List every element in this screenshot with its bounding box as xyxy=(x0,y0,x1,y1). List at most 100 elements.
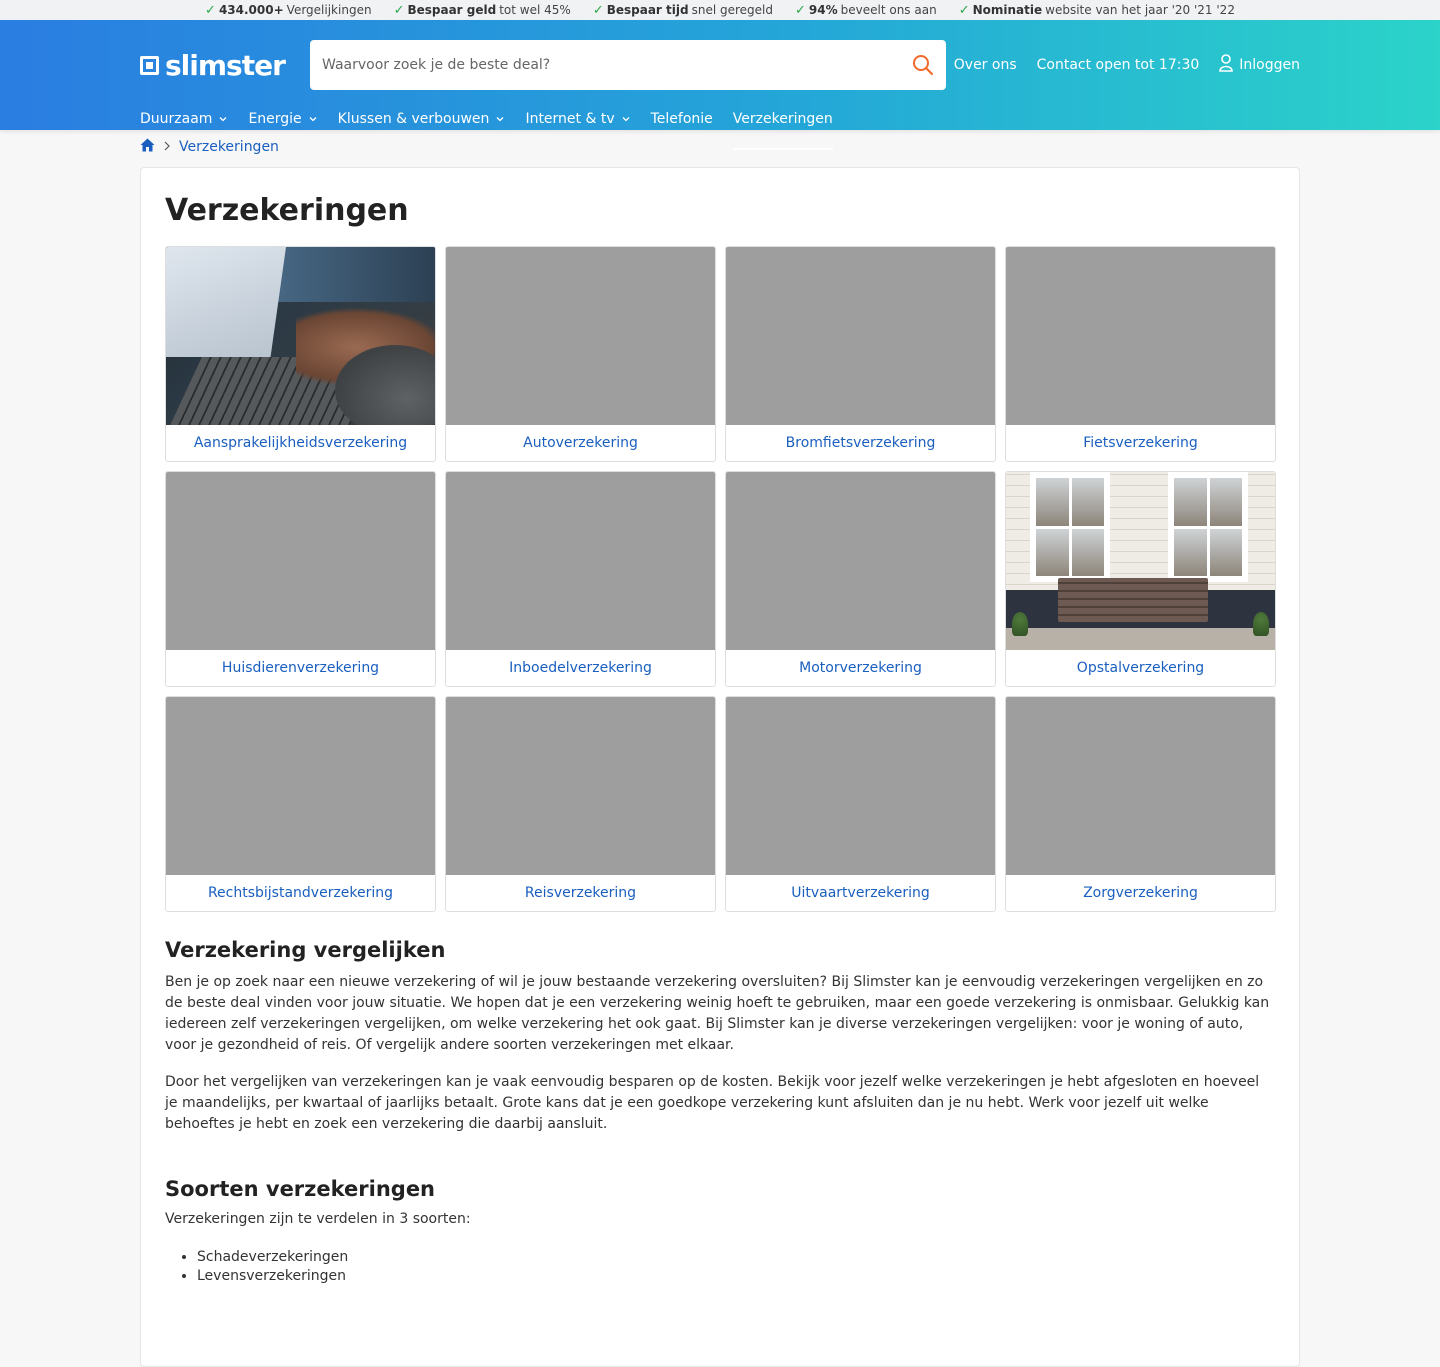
content-card: Verzekeringen Aansprakelijkheidsverzeker… xyxy=(140,167,1300,1367)
page-title: Verzekeringen xyxy=(165,193,409,228)
nav-label: Verzekeringen xyxy=(732,111,833,127)
usp-text: beveelt ons aan xyxy=(840,3,937,17)
contact-label: Contact open tot 17:30 xyxy=(1036,57,1200,73)
nav-label: Energie xyxy=(248,111,302,127)
chevron-down-icon xyxy=(219,117,227,122)
tile-label: Reisverzekering xyxy=(524,885,637,901)
user-icon xyxy=(1219,54,1234,76)
usp-text: website van het jaar '20 '21 '22 xyxy=(1045,3,1235,17)
tile-image-placeholder xyxy=(1006,247,1275,425)
tile-uitvaart[interactable]: Uitvaartverzekering xyxy=(725,696,996,912)
usp-item: ✓ 434.000+ Vergelijkingen xyxy=(205,3,372,18)
nav-item-verzekeringen[interactable]: Verzekeringen xyxy=(732,110,833,150)
search-input[interactable] xyxy=(322,57,912,73)
search-box xyxy=(310,40,946,90)
usp-bold: Bespaar tijd xyxy=(606,3,689,17)
list-item: Schadeverzekeringen xyxy=(197,1248,1275,1267)
check-icon: ✓ xyxy=(795,2,806,18)
header-top: slimster Over ons Contact open tot 17:30… xyxy=(140,40,1300,90)
login-link[interactable]: Inloggen xyxy=(1219,54,1300,76)
tile-image-placeholder xyxy=(446,472,715,650)
tile-auto[interactable]: Autoverzekering xyxy=(445,246,716,462)
tile-label: Inboedelverzekering xyxy=(509,660,652,676)
tile-reis[interactable]: Reisverzekering xyxy=(445,696,716,912)
tile-image-placeholder xyxy=(446,247,715,425)
tile-image-placeholder xyxy=(166,697,435,875)
breadcrumb-current[interactable]: Verzekeringen xyxy=(179,139,279,155)
logo-mark-icon xyxy=(140,55,159,75)
usp-bold: Bespaar geld xyxy=(407,3,497,17)
nav-item-klussen[interactable]: Klussen & verbouwen xyxy=(338,110,506,150)
search-icon[interactable] xyxy=(912,54,934,76)
usp-bold: 434.000+ xyxy=(218,3,284,17)
paragraph: Door het vergelijken van verzekeringen k… xyxy=(165,1074,1260,1132)
nav-label: Internet & tv xyxy=(525,111,615,127)
check-icon: ✓ xyxy=(958,2,970,18)
tile-label: Bromfietsverzekering xyxy=(785,435,936,451)
usp-bold: Nominatie xyxy=(972,3,1043,17)
about-link[interactable]: Over ons xyxy=(954,57,1017,73)
logo-text: slimster xyxy=(165,48,286,82)
chevron-right-icon xyxy=(163,139,171,155)
breadcrumb: Verzekeringen xyxy=(140,138,279,156)
usp-text: tot wel 45% xyxy=(499,3,571,17)
tile-inboedel[interactable]: Inboedelverzekering xyxy=(445,471,716,687)
home-icon[interactable] xyxy=(140,138,155,156)
usp-text: Vergelijkingen xyxy=(286,3,372,17)
nav-item-telefonie[interactable]: Telefonie xyxy=(651,110,713,150)
usp-text: snel geregeld xyxy=(691,3,773,17)
tile-huisdieren[interactable]: Huisdierenverzekering xyxy=(165,471,436,687)
tile-label: Motorverzekering xyxy=(799,660,922,676)
chevron-down-icon xyxy=(496,117,504,122)
section-heading: Soorten verzekeringen xyxy=(165,1177,436,1201)
tile-label: Huisdierenverzekering xyxy=(221,660,380,676)
usp-item: ✓ 94% beveelt ons aan xyxy=(795,3,937,18)
check-icon: ✓ xyxy=(592,2,604,18)
nav-label: Duurzaam xyxy=(140,111,213,127)
tile-image-placeholder xyxy=(446,697,715,875)
tile-label: Rechtsbijstandverzekering xyxy=(207,885,394,901)
tile-label: Autoverzekering xyxy=(523,435,638,451)
tile-image-placeholder xyxy=(166,472,435,650)
about-label: Over ons xyxy=(953,57,1017,73)
tile-label: Uitvaartverzekering xyxy=(791,885,930,901)
contact-link[interactable]: Contact open tot 17:30 xyxy=(1037,57,1200,73)
check-icon: ✓ xyxy=(393,2,405,18)
tile-motor[interactable]: Motorverzekering xyxy=(725,471,996,687)
paragraph: Verzekeringen zijn te verdelen in 3 soor… xyxy=(165,1211,471,1227)
tile-image-placeholder xyxy=(726,247,995,425)
tile-image-placeholder xyxy=(726,472,995,650)
tile-rechtsbijstand[interactable]: Rechtsbijstandverzekering xyxy=(165,696,436,912)
tile-image-house xyxy=(1006,472,1275,650)
tile-image-laptop xyxy=(166,247,435,425)
tile-label: Aansprakelijkheidsverzekering xyxy=(193,435,408,451)
nav-label: Telefonie xyxy=(650,111,713,127)
nav-label: Klussen & verbouwen xyxy=(337,111,490,127)
tile-label: Fietsverzekering xyxy=(1083,435,1198,451)
tile-aansprakelijkheid[interactable]: Aansprakelijkheidsverzekering xyxy=(165,246,436,462)
usp-item: ✓ Bespaar geld tot wel 45% xyxy=(394,3,571,18)
tile-image-placeholder xyxy=(1006,697,1275,875)
usp-item: ✓ Bespaar tijd snel geregeld xyxy=(593,3,773,18)
tile-opstal[interactable]: Opstalverzekering xyxy=(1005,471,1276,687)
logo[interactable]: slimster xyxy=(140,49,310,82)
nav-item-internet-tv[interactable]: Internet & tv xyxy=(525,110,630,150)
chevron-down-icon xyxy=(622,117,630,122)
usp-item: ✓ Nominatie website van het jaar '20 '21 … xyxy=(959,3,1235,18)
section-heading: Verzekering vergelijken xyxy=(165,938,446,962)
tile-label: Zorgverzekering xyxy=(1083,885,1198,901)
tile-fiets[interactable]: Fietsverzekering xyxy=(1005,246,1276,462)
login-label: Inloggen xyxy=(1239,57,1300,73)
check-icon: ✓ xyxy=(205,2,216,18)
usp-bold: 94% xyxy=(808,3,838,17)
list-item: Levensverzekeringen xyxy=(197,1267,1275,1286)
site-header: slimster Over ons Contact open tot 17:30… xyxy=(0,20,1440,150)
tile-bromfiets[interactable]: Bromfietsverzekering xyxy=(725,246,996,462)
chevron-down-icon xyxy=(309,117,317,122)
insurance-grid: Aansprakelijkheidsverzekering Autoverzek… xyxy=(165,246,1276,912)
tile-label: Opstalverzekering xyxy=(1076,660,1205,676)
tile-image-placeholder xyxy=(726,697,995,875)
insurance-types-list: Schadeverzekeringen Levensverzekeringen xyxy=(165,1248,1275,1286)
tile-zorg[interactable]: Zorgverzekering xyxy=(1005,696,1276,912)
paragraph: Ben je op zoek naar een nieuwe verzekeri… xyxy=(165,974,1270,1053)
